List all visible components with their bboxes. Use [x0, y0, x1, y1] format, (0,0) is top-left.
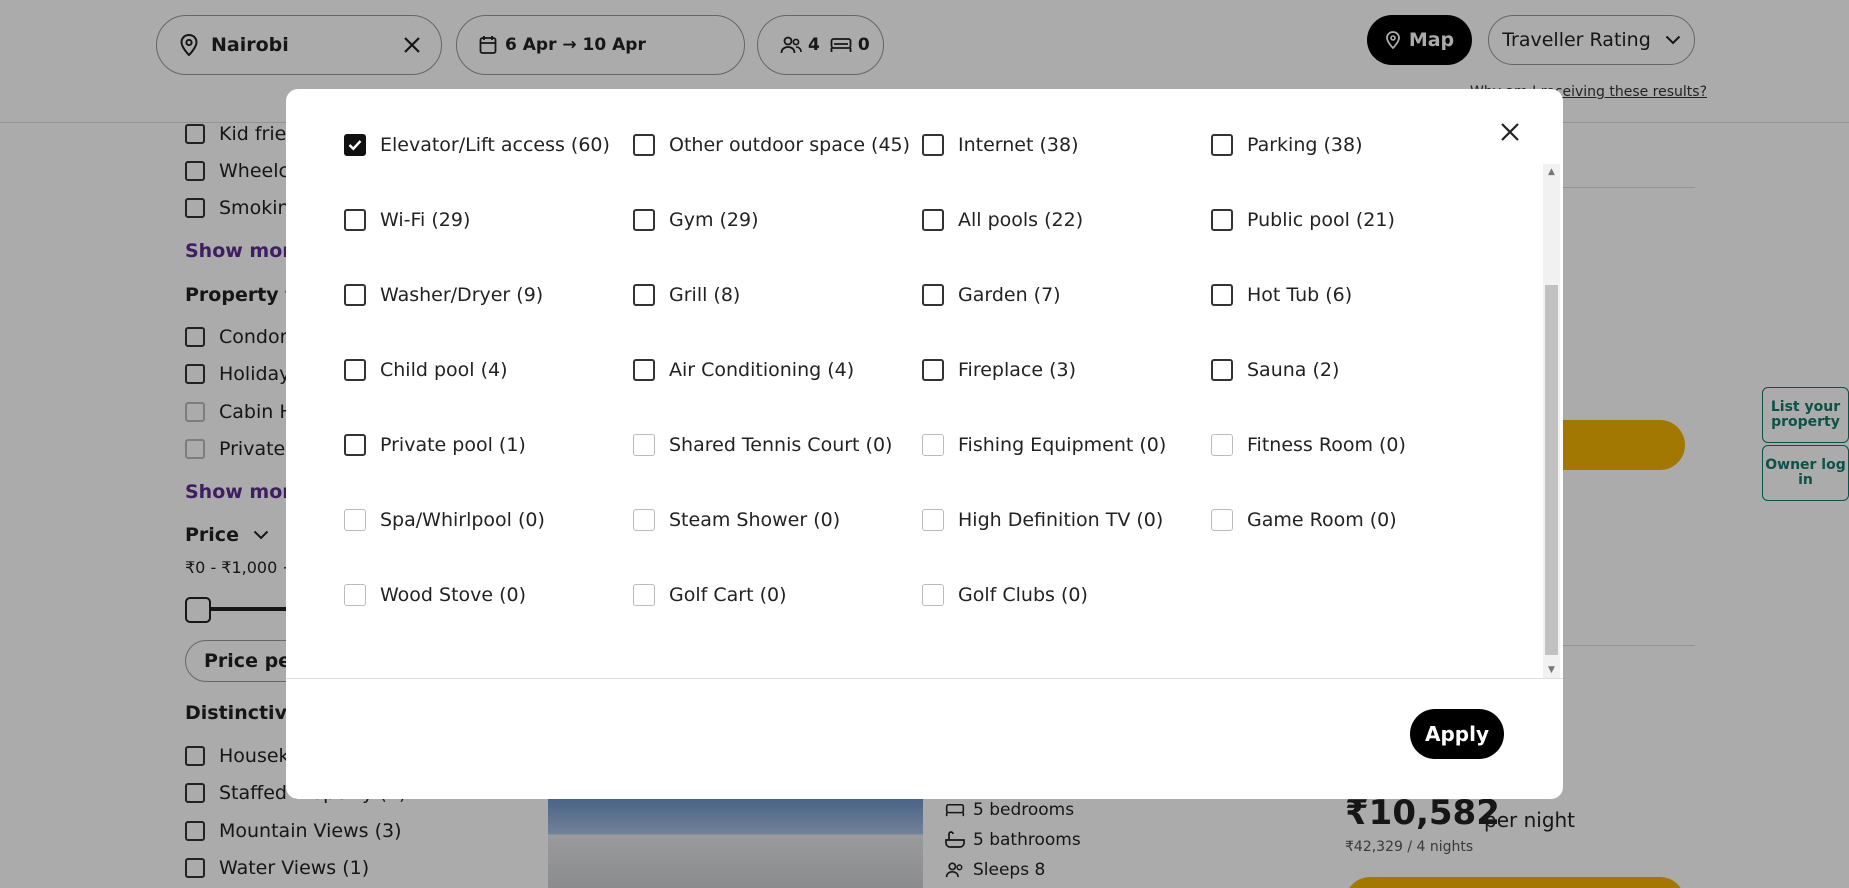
checkbox[interactable]	[922, 134, 944, 156]
amenity-option[interactable]: Golf Cart (0)	[633, 584, 786, 606]
checkbox[interactable]	[633, 209, 655, 231]
checkbox[interactable]	[922, 584, 944, 606]
amenity-option[interactable]: Sauna (2)	[1211, 359, 1339, 381]
amenity-label: Parking (38)	[1247, 134, 1363, 156]
amenity-label: Sauna (2)	[1247, 359, 1340, 381]
amenity-option[interactable]: Internet (38)	[922, 134, 1079, 156]
amenity-label: Hot Tub (6)	[1247, 284, 1353, 306]
checkbox[interactable]	[344, 584, 366, 606]
checkbox[interactable]	[1211, 134, 1233, 156]
amenity-option[interactable]: Private pool (1)	[344, 434, 526, 456]
amenity-option[interactable]: Spa/Whirlpool (0)	[344, 509, 545, 531]
amenity-option[interactable]: Grill (8)	[633, 284, 740, 306]
amenity-option[interactable]: Fishing Equipment (0)	[922, 434, 1166, 456]
amenity-option[interactable]: Shared Tennis Court (0)	[633, 434, 892, 456]
amenity-option[interactable]: Elevator/Lift access (60)	[344, 134, 610, 156]
close-icon	[1501, 123, 1519, 141]
checkbox[interactable]	[922, 509, 944, 531]
amenity-option[interactable]: All pools (22)	[922, 209, 1083, 231]
checkbox[interactable]	[344, 509, 366, 531]
checkbox[interactable]	[344, 359, 366, 381]
amenity-label: Fishing Equipment (0)	[958, 434, 1167, 456]
amenity-label: Garden (7)	[958, 284, 1061, 306]
amenity-option[interactable]: Hot Tub (6)	[1211, 284, 1352, 306]
checkbox[interactable]	[633, 284, 655, 306]
checkbox[interactable]	[922, 284, 944, 306]
checkbox[interactable]	[344, 134, 366, 156]
scrollbar-thumb[interactable]	[1545, 285, 1558, 655]
amenity-label: Steam Shower (0)	[669, 509, 841, 531]
amenity-label: Public pool (21)	[1247, 209, 1395, 231]
amenity-label: Elevator/Lift access (60)	[380, 134, 610, 156]
checkbox[interactable]	[633, 434, 655, 456]
amenity-label: All pools (22)	[958, 209, 1084, 231]
checkbox[interactable]	[344, 284, 366, 306]
checkbox[interactable]	[344, 209, 366, 231]
scroll-down-arrow[interactable]: ▼	[1543, 662, 1560, 679]
amenity-label: Fitness Room (0)	[1247, 434, 1406, 456]
amenity-option[interactable]: Air Conditioning (4)	[633, 359, 854, 381]
amenity-option[interactable]: High Definition TV (0)	[922, 509, 1163, 531]
checkbox[interactable]	[1211, 284, 1233, 306]
amenity-option[interactable]: Wood Stove (0)	[344, 584, 526, 606]
checkmark-icon	[348, 140, 362, 151]
amenity-option[interactable]: Washer/Dryer (9)	[344, 284, 543, 306]
amenity-label: Washer/Dryer (9)	[380, 284, 544, 306]
amenity-option[interactable]: Parking (38)	[1211, 134, 1362, 156]
checkbox[interactable]	[922, 434, 944, 456]
amenity-label: Child pool (4)	[380, 359, 508, 381]
amenity-label: Wi-Fi (29)	[380, 209, 471, 231]
scroll-up-arrow[interactable]: ▲	[1543, 164, 1560, 181]
amenity-label: Grill (8)	[669, 284, 741, 306]
amenity-label: Fireplace (3)	[958, 359, 1076, 381]
amenity-label: Golf Clubs (0)	[958, 584, 1088, 606]
amenity-label: Private pool (1)	[380, 434, 526, 456]
amenity-label: Wood Stove (0)	[380, 584, 527, 606]
amenity-label: Golf Cart (0)	[669, 584, 787, 606]
amenity-label: Game Room (0)	[1247, 509, 1397, 531]
amenity-label: Internet (38)	[958, 134, 1079, 156]
amenity-option[interactable]: Public pool (21)	[1211, 209, 1395, 231]
checkbox[interactable]	[1211, 434, 1233, 456]
checkbox[interactable]	[344, 434, 366, 456]
close-modal-button[interactable]	[1495, 117, 1525, 147]
amenity-option[interactable]: Garden (7)	[922, 284, 1061, 306]
amenity-option[interactable]: Steam Shower (0)	[633, 509, 840, 531]
amenity-label: High Definition TV (0)	[958, 509, 1164, 531]
amenity-option[interactable]: Fireplace (3)	[922, 359, 1076, 381]
amenity-label: Spa/Whirlpool (0)	[380, 509, 545, 531]
amenity-option[interactable]: Golf Clubs (0)	[922, 584, 1088, 606]
amenity-option[interactable]: Fitness Room (0)	[1211, 434, 1406, 456]
amenity-option[interactable]: Game Room (0)	[1211, 509, 1397, 531]
amenity-option[interactable]: Wi-Fi (29)	[344, 209, 470, 231]
checkbox[interactable]	[1211, 209, 1233, 231]
amenity-label: Air Conditioning (4)	[669, 359, 855, 381]
modal-footer-divider	[286, 678, 1563, 679]
checkbox[interactable]	[633, 584, 655, 606]
amenity-label: Gym (29)	[669, 209, 759, 231]
amenity-label: Other outdoor space (45)	[669, 134, 911, 156]
checkbox[interactable]	[1211, 359, 1233, 381]
checkbox[interactable]	[633, 134, 655, 156]
checkbox[interactable]	[633, 359, 655, 381]
checkbox[interactable]	[633, 509, 655, 531]
checkbox[interactable]	[1211, 509, 1233, 531]
amenities-filter-modal: Elevator/Lift access (60) Other outdoor s…	[286, 89, 1563, 799]
apply-button[interactable]: Apply	[1410, 709, 1504, 759]
checkbox[interactable]	[922, 359, 944, 381]
checkbox[interactable]	[922, 209, 944, 231]
amenity-label: Shared Tennis Court (0)	[669, 434, 893, 456]
amenity-option[interactable]: Child pool (4)	[344, 359, 508, 381]
amenity-option[interactable]: Gym (29)	[633, 209, 759, 231]
amenity-option[interactable]: Other outdoor space (45)	[633, 134, 910, 156]
